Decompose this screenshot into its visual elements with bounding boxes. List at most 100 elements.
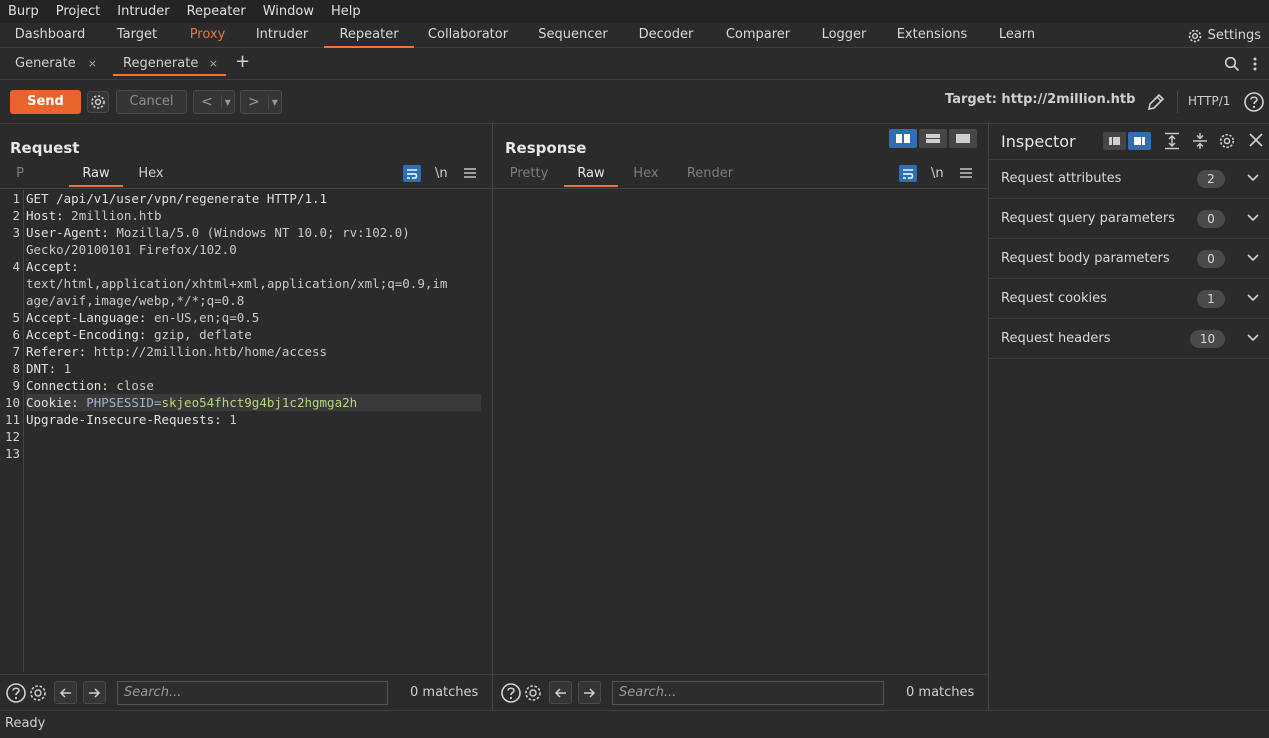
inspector-layout-toggle[interactable] (1103, 132, 1151, 150)
send-options-gear-icon[interactable] (87, 91, 109, 113)
hamburger-menu-icon[interactable] (959, 167, 973, 179)
response-editor[interactable] (493, 189, 988, 673)
divider (0, 188, 492, 189)
show-newlines-toggle[interactable]: \n (931, 166, 944, 181)
inspector-title: Inspector (1001, 132, 1076, 151)
inspector-section-headers[interactable]: Request headers 10 (989, 319, 1269, 359)
gear-icon[interactable] (522, 682, 544, 704)
header-accept-language: Accept-Language: en-US,en;q=0.5 (26, 310, 260, 325)
close-icon[interactable]: × (88, 52, 97, 76)
search-previous-button[interactable] (54, 681, 77, 704)
chevron-down-icon (1247, 251, 1259, 265)
tab-intruder[interactable]: Intruder (247, 23, 317, 48)
gear-icon (1187, 28, 1203, 44)
header-dnt: DNT: 1 (26, 361, 72, 376)
settings-button[interactable]: Settings (1187, 23, 1261, 48)
close-icon[interactable] (1249, 133, 1263, 147)
protocol-label[interactable]: HTTP/1 (1188, 94, 1230, 108)
show-newlines-toggle[interactable]: \n (435, 166, 448, 181)
close-icon[interactable]: × (209, 52, 218, 76)
inspector-section-request-attributes[interactable]: Request attributes 2 (989, 159, 1269, 199)
menubar: Burp Project Intruder Repeater Window He… (0, 0, 1269, 23)
tab-repeater[interactable]: Repeater (324, 23, 414, 48)
layout-toggle-group (889, 129, 977, 148)
tab-hex[interactable]: Hex (626, 166, 666, 187)
response-search-input[interactable]: Search... (612, 681, 884, 705)
repeater-tab-label: Regenerate (123, 56, 199, 71)
expand-all-icon[interactable] (1164, 132, 1180, 150)
tab-logger[interactable]: Logger (812, 23, 876, 48)
cancel-button[interactable]: Cancel (116, 90, 187, 114)
chevron-down-icon[interactable]: ▾ (220, 95, 231, 109)
tab-learn[interactable]: Learn (990, 23, 1044, 48)
search-next-button[interactable] (578, 681, 601, 704)
request-search-bar: Search... 0 matches (0, 674, 492, 710)
tab-hex[interactable]: Hex (131, 166, 171, 187)
add-tab-button[interactable]: + (235, 51, 250, 72)
search-next-button[interactable] (83, 681, 106, 704)
line-number: 9 (12, 378, 20, 393)
status-bar (0, 710, 1269, 738)
search-icon[interactable] (1224, 56, 1240, 72)
inspector-section-body-parameters[interactable]: Request body parameters 0 (989, 239, 1269, 279)
line-number: 8 (12, 361, 20, 376)
repeater-tab-regenerate[interactable]: Regenerate × (113, 52, 226, 76)
line-number: 10 (4, 395, 20, 410)
word-wrap-toggle-icon[interactable] (899, 165, 917, 182)
gear-icon[interactable] (1218, 132, 1236, 150)
tab-collaborator[interactable]: Collaborator (420, 23, 516, 48)
header-upgrade-insecure-requests: Upgrade-Insecure-Requests: 1 (26, 412, 237, 427)
menu-intruder[interactable]: Intruder (117, 4, 169, 19)
line-number: 7 (12, 344, 20, 359)
request-editor[interactable]: 1 GET /api/v1/user/vpn/regenerate HTTP/1… (0, 190, 492, 672)
more-options-icon[interactable] (1252, 56, 1258, 72)
header-accept-cont: age/avif,image/webp,*/*;q=0.8 (26, 293, 245, 308)
inspector-section-cookies[interactable]: Request cookies 1 (989, 279, 1269, 319)
collapse-all-icon[interactable] (1192, 132, 1208, 150)
line-number: 4 (12, 259, 20, 274)
tab-comparer[interactable]: Comparer (718, 23, 798, 48)
menu-window[interactable]: Window (263, 4, 314, 19)
tab-pretty[interactable]: P (10, 166, 30, 187)
tab-target[interactable]: Target (108, 23, 166, 48)
inspector-section-query-parameters[interactable]: Request query parameters 0 (989, 199, 1269, 239)
tab-render[interactable]: Render (680, 166, 740, 187)
chevron-down-icon[interactable]: ▾ (267, 95, 278, 109)
count-badge: 2 (1197, 170, 1225, 188)
history-back-button[interactable]: < ▾ (193, 90, 235, 114)
tab-proxy[interactable]: Proxy (180, 23, 235, 48)
gear-icon[interactable] (27, 682, 49, 704)
tab-sequencer[interactable]: Sequencer (530, 23, 616, 48)
word-wrap-toggle-icon[interactable] (403, 165, 421, 182)
hamburger-menu-icon[interactable] (463, 167, 477, 179)
response-panel-title: Response (505, 139, 587, 157)
menu-project[interactable]: Project (56, 4, 100, 19)
search-previous-button[interactable] (549, 681, 572, 704)
line-number: 13 (4, 446, 20, 461)
request-search-input[interactable]: Search... (117, 681, 388, 705)
line-number: 12 (4, 429, 20, 444)
menu-burp[interactable]: Burp (8, 4, 39, 19)
section-label: Request body parameters (1001, 251, 1170, 266)
menu-help[interactable]: Help (331, 4, 361, 19)
menu-repeater[interactable]: Repeater (187, 4, 246, 19)
tab-decoder[interactable]: Decoder (630, 23, 702, 48)
history-forward-button[interactable]: > ▾ (240, 90, 282, 114)
edit-target-pencil-icon[interactable] (1146, 92, 1166, 112)
count-badge: 10 (1190, 330, 1225, 348)
chevron-down-icon (1247, 171, 1259, 185)
tab-raw[interactable]: Raw (564, 166, 618, 187)
tab-raw[interactable]: Raw (69, 166, 123, 187)
repeater-tab-generate[interactable]: Generate × (5, 52, 105, 76)
send-button[interactable]: Send (10, 90, 81, 114)
tab-extensions[interactable]: Extensions (890, 23, 974, 48)
tab-pretty[interactable]: Pretty (503, 166, 555, 187)
tab-dashboard[interactable]: Dashboard (6, 23, 94, 48)
tool-tabs-bar: Dashboard Target Proxy Intruder Repeater… (0, 23, 1269, 48)
request-line: GET /api/v1/user/vpn/regenerate HTTP/1.1 (26, 191, 328, 206)
line-number: 5 (12, 310, 20, 325)
section-label: Request headers (1001, 331, 1111, 346)
help-icon[interactable] (500, 682, 522, 704)
help-icon[interactable] (1243, 91, 1265, 113)
help-icon[interactable] (5, 682, 27, 704)
